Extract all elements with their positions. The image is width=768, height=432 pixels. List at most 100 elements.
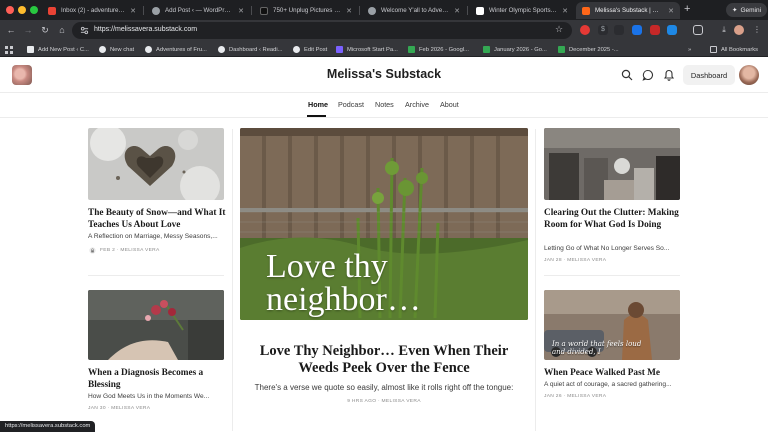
tab-separator: [143, 6, 144, 15]
browser-menu-icon[interactable]: ⋮: [752, 25, 762, 35]
download-icon[interactable]: ⤓: [719, 25, 729, 35]
post-thumbnail-snow-heart[interactable]: [88, 128, 224, 200]
bookmarks-bar: Add New Post ‹ C... New chat Adventures …: [0, 41, 768, 57]
bookmark-label: December 2025 -...: [569, 46, 619, 53]
column-divider: [535, 129, 536, 431]
post-meta: JAN 26 · MELISSA VERA: [544, 394, 607, 399]
nav-about[interactable]: About: [440, 100, 459, 109]
bookmark-label: New chat: [110, 46, 135, 53]
chat-icon: [99, 46, 106, 53]
nav-home[interactable]: Home: [308, 100, 328, 109]
substack-page: Melissa's Substack Dashboard Home Podcas…: [0, 57, 768, 432]
apps-grid-icon[interactable]: [5, 44, 13, 55]
post-title[interactable]: Clearing Out the Clutter: Making Room fo…: [544, 207, 694, 231]
search-icon[interactable]: [621, 69, 633, 81]
bookmark-item[interactable]: Feb 2026 - Googl...: [408, 44, 469, 55]
post-thumbnail-clutter[interactable]: [544, 128, 680, 200]
close-tab-icon[interactable]: ✕: [668, 7, 674, 15]
gmail-favicon-icon: [48, 6, 56, 15]
close-tab-icon[interactable]: ✕: [346, 7, 352, 15]
browser-tab-active[interactable]: Melissa's Substack | Meliss ✕: [576, 2, 680, 19]
substack-favicon-icon: [582, 6, 590, 15]
microsoft-start-icon: [336, 46, 343, 53]
bookmark-label: January 2026 - Go...: [494, 46, 547, 53]
window-close-button[interactable]: [6, 6, 14, 14]
bookmark-star-icon[interactable]: ☆: [555, 24, 563, 35]
close-tab-icon[interactable]: ✕: [238, 7, 244, 15]
post-title[interactable]: When Peace Walked Past Me: [544, 367, 684, 379]
reload-icon[interactable]: ↻: [39, 24, 51, 36]
post-meta: FEB 2 · MELISSA VERA: [100, 248, 160, 253]
side-panel-icon[interactable]: [693, 25, 703, 35]
featured-post-meta: 9 HRS AGO · MELISSA VERA: [347, 399, 421, 404]
nav-notes[interactable]: Notes: [375, 100, 394, 109]
publication-nav: Home Podcast Notes Archive About: [0, 94, 768, 117]
gemini-button[interactable]: ✦ Gemini: [726, 3, 768, 17]
browser-tab[interactable]: Inbox (2) - adventuresfrugal ✕: [42, 2, 142, 19]
bookmark-item[interactable]: Adventures of Fru...: [145, 44, 207, 55]
nav-archive[interactable]: Archive: [405, 100, 429, 109]
bookmark-item[interactable]: Dashboard ‹ Readi...: [218, 44, 283, 55]
sheets-icon: [483, 46, 490, 53]
document-icon: [27, 46, 34, 53]
tab-separator: [467, 6, 468, 15]
sparkle-icon: ✦: [732, 7, 738, 14]
home-icon[interactable]: ⌂: [56, 24, 68, 36]
new-tab-button[interactable]: +: [684, 3, 690, 15]
document-favicon-icon: [476, 6, 484, 15]
bookmark-label: Edit Post: [304, 46, 328, 53]
bookmark-item[interactable]: Edit Post: [293, 44, 327, 55]
bookmark-item[interactable]: December 2025 -...: [558, 44, 619, 55]
bookmark-label: Feb 2026 - Googl...: [419, 46, 469, 53]
extension-icon[interactable]: [614, 25, 624, 35]
gemini-label: Gemini: [740, 6, 762, 14]
browser-tab[interactable]: Add Post ‹ — WordPress ✕: [146, 2, 250, 19]
browser-tab[interactable]: Winter Olympic Sports List ✕: [470, 2, 574, 19]
user-avatar[interactable]: [739, 65, 759, 85]
post-thumbnail-flowers[interactable]: [88, 290, 224, 360]
tab-separator: [251, 6, 252, 15]
bookmark-item[interactable]: Microsoft Start Pa...: [336, 44, 398, 55]
post-meta: JAN 30 · MELISSA VERA: [88, 406, 151, 411]
extension-icon[interactable]: $: [598, 25, 608, 35]
close-tab-icon[interactable]: ✕: [130, 7, 136, 15]
window-minimize-button[interactable]: [18, 6, 26, 14]
bell-icon[interactable]: [663, 69, 675, 81]
post-title[interactable]: When a Diagnosis Becomes a Blessing: [88, 367, 228, 391]
bookmark-item[interactable]: Add New Post ‹ C...: [27, 44, 89, 55]
post-title[interactable]: The Beauty of Snow—and What It Teaches U…: [88, 207, 228, 231]
pinterest-extension-icon[interactable]: [580, 25, 590, 35]
post-subtitle: A Reflection on Marriage, Messy Seasons,…: [88, 233, 218, 240]
column-divider: [232, 129, 233, 431]
bookmark-label: Microsoft Start Pa...: [347, 46, 398, 53]
more-bookmarks-icon[interactable]: »: [688, 44, 691, 55]
extension-icon[interactable]: [667, 25, 677, 35]
extension-icon[interactable]: [650, 25, 660, 35]
wordpress-favicon-icon: [152, 6, 160, 15]
tab-label: Add Post ‹ — WordPress: [165, 7, 234, 14]
thumbnail-caption: In a world that feels loud and divided, …: [552, 340, 642, 356]
chat-icon[interactable]: [642, 69, 654, 81]
bookmark-item[interactable]: New chat: [99, 44, 134, 55]
forward-arrow-icon[interactable]: →: [22, 24, 34, 36]
close-tab-icon[interactable]: ✕: [562, 7, 568, 15]
bookmark-item[interactable]: January 2026 - Go...: [483, 44, 547, 55]
profile-avatar[interactable]: [734, 25, 744, 35]
featured-post-title[interactable]: Love Thy Neighbor… Even When Their Weeds…: [240, 343, 528, 377]
all-bookmarks-folder[interactable]: All Bookmarks: [710, 44, 758, 55]
nav-podcast[interactable]: Podcast: [338, 100, 364, 109]
site-info-icon[interactable]: [80, 26, 89, 35]
tab-separator: [359, 6, 360, 15]
window-zoom-button[interactable]: [30, 6, 38, 14]
back-arrow-icon[interactable]: ←: [5, 24, 17, 36]
close-tab-icon[interactable]: ✕: [454, 7, 460, 15]
browser-tab[interactable]: Welcome Y'all to Adventur ✕: [362, 2, 466, 19]
browser-tab[interactable]: 750+ Unplug Pictures | Do ✕: [254, 2, 358, 19]
bookmark-label: All Bookmarks: [721, 46, 759, 53]
post-thumbnail-peace[interactable]: In a world that feels loud and divided, …: [544, 290, 680, 360]
browser-tab-strip: Inbox (2) - adventuresfrugal ✕ Add Post …: [0, 0, 768, 20]
extension-icon[interactable]: [632, 25, 642, 35]
address-bar[interactable]: https://melissavera.substack.com: [72, 22, 572, 39]
tab-label: Welcome Y'all to Adventur: [381, 7, 450, 14]
dashboard-button[interactable]: Dashboard: [683, 65, 735, 85]
